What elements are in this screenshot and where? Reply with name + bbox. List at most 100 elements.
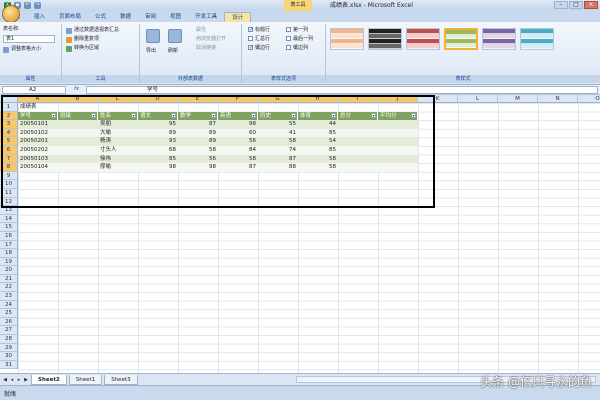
- row-header[interactable]: 2: [0, 111, 18, 121]
- table-style-swatch[interactable]: [330, 28, 364, 50]
- row-header[interactable]: 4: [0, 128, 18, 138]
- table-style-swatch[interactable]: [520, 28, 554, 50]
- column-header[interactable]: F: [218, 95, 258, 103]
- table-header-cell[interactable]: 总分 ▾: [338, 111, 378, 121]
- remove-duplicates-button[interactable]: 删除重复项: [74, 36, 99, 43]
- filter-dropdown-icon[interactable]: ▾: [291, 113, 296, 119]
- tab-developer[interactable]: 开发工具: [188, 12, 224, 22]
- table-name-input[interactable]: 表1: [3, 35, 55, 43]
- row-header[interactable]: 15: [0, 223, 18, 232]
- table-cell[interactable]: [338, 120, 378, 129]
- filter-dropdown-icon[interactable]: ▾: [371, 113, 376, 119]
- redo-icon[interactable]: ↷: [34, 2, 41, 9]
- table-cell[interactable]: [378, 146, 418, 155]
- table-cell[interactable]: [338, 137, 378, 146]
- row-header[interactable]: 6: [0, 145, 18, 155]
- pivot-summary-button[interactable]: 通过数据透视表汇总: [74, 27, 119, 34]
- table-style-swatch[interactable]: [406, 28, 440, 50]
- table-cell[interactable]: 杨涛: [98, 137, 138, 146]
- row-header[interactable]: 11: [0, 188, 18, 198]
- option-last-column[interactable]: 最后一列: [286, 36, 313, 43]
- table-cell[interactable]: 85: [298, 128, 338, 138]
- row-header[interactable]: 7: [0, 154, 18, 164]
- table-cell[interactable]: 44: [298, 120, 338, 129]
- table-header-cell[interactable]: 平均分 ▾: [378, 111, 418, 121]
- row-header[interactable]: 29: [0, 343, 18, 353]
- table-header-cell[interactable]: 体育 ▾: [298, 111, 338, 121]
- filter-dropdown-icon[interactable]: ▾: [251, 113, 256, 119]
- table-cell[interactable]: 58: [218, 154, 258, 164]
- table-cell[interactable]: 55: [258, 120, 298, 129]
- row-header[interactable]: 1: [0, 103, 18, 112]
- table-cell[interactable]: 88: [258, 163, 298, 172]
- office-button[interactable]: [2, 5, 20, 23]
- sheet-tab-sheet3[interactable]: Sheet3: [104, 374, 138, 385]
- table-header-cell[interactable]: 语文 ▾: [138, 111, 178, 121]
- filter-dropdown-icon[interactable]: ▾: [131, 113, 136, 119]
- option-banded-columns[interactable]: 镶边列: [286, 45, 308, 52]
- column-header[interactable]: G: [258, 95, 298, 103]
- table-cell[interactable]: 89: [178, 137, 218, 146]
- column-header[interactable]: M: [498, 95, 538, 103]
- table-cell[interactable]: [378, 154, 418, 164]
- filter-dropdown-icon[interactable]: ▾: [331, 113, 336, 119]
- name-box[interactable]: A2: [2, 86, 66, 94]
- column-header[interactable]: O: [578, 95, 600, 103]
- table-cell[interactable]: 87: [258, 154, 298, 164]
- table-cell[interactable]: [58, 154, 98, 164]
- table-cell[interactable]: 74: [258, 146, 298, 155]
- row-header[interactable]: 23: [0, 292, 18, 301]
- tab-design[interactable]: 设计: [224, 12, 252, 22]
- option-total-row[interactable]: 汇总行: [248, 36, 270, 43]
- table-cell[interactable]: 20050101: [18, 120, 58, 129]
- table-header-cell[interactable]: 历史 ▾: [258, 111, 298, 121]
- table-cell[interactable]: 87: [218, 163, 258, 172]
- resize-table-button[interactable]: 调整表格大小: [11, 46, 41, 53]
- table-cell[interactable]: 89: [138, 128, 178, 138]
- table-cell[interactable]: 58: [298, 154, 338, 164]
- sheet-tab-sheet2[interactable]: Sheet2: [31, 374, 67, 385]
- option-banded-rows[interactable]: ✓ 镶边行: [248, 45, 270, 52]
- table-header-cell[interactable]: 班级 ▾: [58, 111, 98, 121]
- table-cell[interactable]: 87: [178, 120, 218, 129]
- filter-dropdown-icon[interactable]: ▾: [211, 113, 216, 119]
- table-cell[interactable]: [58, 137, 98, 146]
- tab-formulas[interactable]: 公式: [88, 12, 113, 22]
- table-cell[interactable]: 56: [178, 154, 218, 164]
- tab-data[interactable]: 数据: [113, 12, 138, 22]
- next-sheet-icon[interactable]: ▸: [16, 377, 22, 383]
- column-header[interactable]: N: [538, 95, 578, 103]
- table-cell[interactable]: [378, 137, 418, 146]
- column-header[interactable]: L: [458, 95, 498, 103]
- minimize-icon[interactable]: –: [554, 1, 568, 9]
- table-cell[interactable]: 撑喻: [98, 163, 138, 172]
- table-cell[interactable]: 93: [138, 137, 178, 146]
- table-cell[interactable]: 60: [218, 128, 258, 138]
- properties-button[interactable]: 属性: [196, 27, 206, 34]
- table-style-swatch[interactable]: [482, 28, 516, 50]
- column-header[interactable]: D: [138, 95, 178, 103]
- column-header[interactable]: A: [18, 95, 58, 103]
- table-cell[interactable]: 85: [138, 154, 178, 164]
- table-cell[interactable]: 98: [178, 163, 218, 172]
- table-cell[interactable]: [58, 163, 98, 172]
- table-cell[interactable]: [58, 146, 98, 155]
- table-cell[interactable]: [58, 120, 98, 129]
- row-header[interactable]: 19: [0, 257, 18, 267]
- row-header[interactable]: 18: [0, 249, 18, 258]
- table-header-cell[interactable]: 英语 ▾: [218, 111, 258, 121]
- filter-dropdown-icon[interactable]: ▾: [51, 113, 56, 119]
- row-header[interactable]: 24: [0, 300, 18, 310]
- table-cell[interactable]: [378, 128, 418, 138]
- option-header-row[interactable]: ✓ 标题行: [248, 27, 270, 34]
- tab-insert[interactable]: 插入: [27, 12, 52, 22]
- table-cell[interactable]: 56: [218, 137, 258, 146]
- table-style-swatch-selected[interactable]: [444, 28, 478, 50]
- column-header[interactable]: K: [418, 95, 458, 103]
- table-cell[interactable]: 98: [138, 163, 178, 172]
- table-cell[interactable]: 84: [218, 146, 258, 155]
- formula-input[interactable]: 学号: [86, 86, 598, 94]
- table-cell[interactable]: 95: [138, 120, 178, 129]
- table-cell[interactable]: 89: [178, 128, 218, 138]
- row-header[interactable]: 12: [0, 197, 18, 207]
